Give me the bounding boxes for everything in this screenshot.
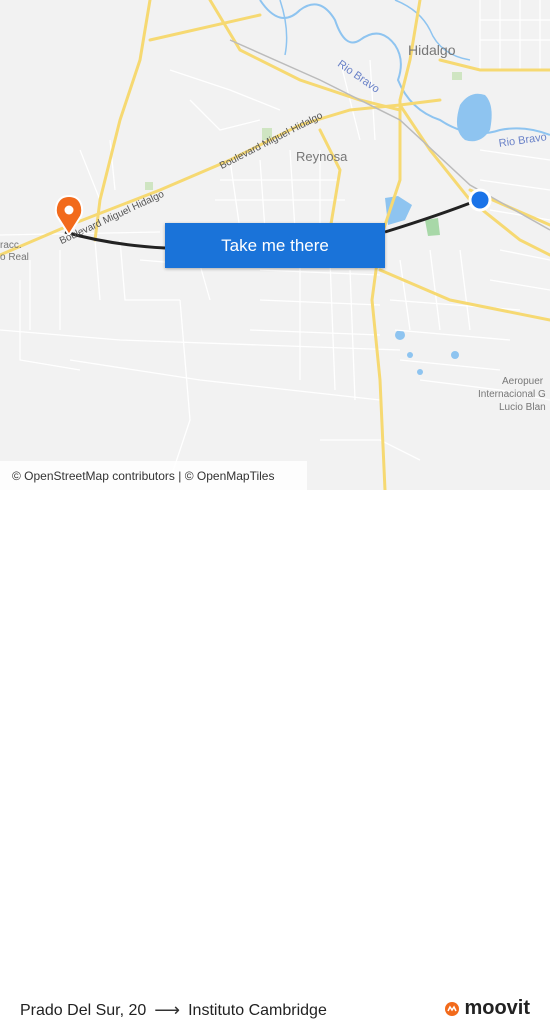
arrow-right-icon: ⟶ [154, 1000, 181, 1020]
label-airport-2: Internacional G [478, 389, 546, 400]
label-hidalgo: Hidalgo [408, 42, 456, 58]
destination-label: Instituto Cambridge [188, 1001, 327, 1019]
footer-bar: Prado Del Sur, 20 ⟶ Instituto Cambridge … [0, 490, 550, 1020]
origin-label: Prado Del Sur, 20 [20, 1001, 147, 1019]
river-west [279, 0, 288, 56]
label-airport-1: Aeropuer [502, 376, 544, 387]
moovit-pin-icon [445, 1001, 460, 1016]
label-airport-3: Lucio Blan [499, 402, 546, 413]
label-fracc-2: o Real [0, 252, 29, 263]
map-view[interactable]: Hidalgo Reynosa Rio Bravo Rio Bravo Boul… [0, 0, 550, 490]
label-fracc-1: racc. [0, 240, 22, 251]
moovit-logo[interactable]: moovit [444, 997, 530, 1020]
water-pond-2 [425, 218, 440, 236]
moovit-wordmark: moovit [464, 997, 530, 1019]
route-summary: Prado Del Sur, 20 ⟶ Instituto Cambridge [20, 1000, 327, 1021]
label-reynosa: Reynosa [296, 149, 348, 164]
water-lake [456, 93, 492, 142]
origin-dot [468, 188, 492, 212]
attribution-text[interactable]: © OpenStreetMap contributors | © OpenMap… [12, 469, 274, 483]
take-me-there-button[interactable]: Take me there [165, 223, 385, 268]
map-attribution[interactable]: © OpenStreetMap contributors | © OpenMap… [0, 461, 307, 490]
